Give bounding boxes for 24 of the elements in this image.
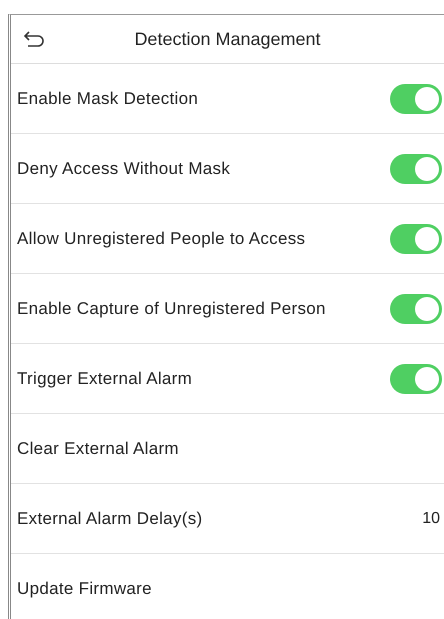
back-icon[interactable] xyxy=(23,30,45,48)
setting-label: Enable Mask Detection xyxy=(17,88,198,108)
settings-row[interactable]: Clear External Alarm xyxy=(11,414,444,484)
setting-label: Clear External Alarm xyxy=(17,438,179,458)
screen-title: Detection Management xyxy=(133,28,322,50)
setting-label: Allow Unregistered People to Access xyxy=(17,228,306,248)
toggle-switch[interactable] xyxy=(390,154,442,184)
settings-row[interactable]: Update Firmware xyxy=(11,554,444,619)
setting-label: External Alarm Delay(s) xyxy=(17,508,202,528)
settings-row[interactable]: Deny Access Without Mask xyxy=(11,134,444,204)
setting-label: Deny Access Without Mask xyxy=(17,158,230,178)
settings-row[interactable]: External Alarm Delay(s) 10 xyxy=(11,484,444,554)
settings-row[interactable]: Trigger External Alarm xyxy=(11,344,444,414)
setting-label: Update Firmware xyxy=(17,578,152,598)
toggle-switch[interactable] xyxy=(390,224,442,254)
setting-label: Enable Capture of Unregistered Person xyxy=(17,298,326,318)
settings-row[interactable]: Enable Mask Detection xyxy=(11,64,444,134)
settings-row[interactable]: Allow Unregistered People to Access xyxy=(11,204,444,274)
toggle-switch[interactable] xyxy=(390,364,442,394)
toggle-switch[interactable] xyxy=(390,294,442,324)
toggle-switch[interactable] xyxy=(390,84,442,114)
settings-row[interactable]: Enable Capture of Unregistered Person xyxy=(11,274,444,344)
setting-value: 10 xyxy=(422,510,440,528)
setting-label: Trigger External Alarm xyxy=(17,368,192,388)
